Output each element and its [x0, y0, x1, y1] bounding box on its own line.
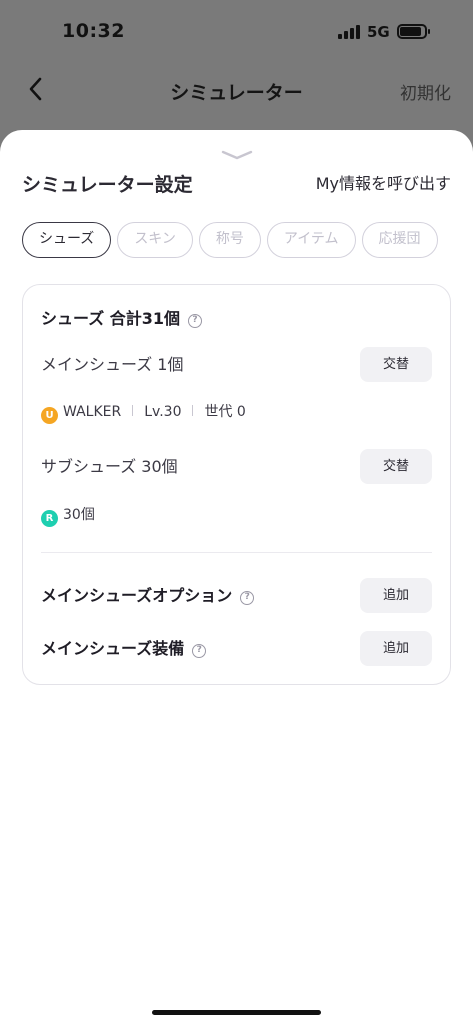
shoes-card: シューズ 合計31個? メインシューズ 1個 交替 U WALKER Lv.30 世代…: [22, 284, 451, 685]
shoe-level: Lv.30: [144, 404, 182, 420]
battery-icon: [397, 24, 430, 39]
main-shoes-row: メインシューズ 1個 交替: [41, 347, 432, 382]
separator: [132, 405, 134, 416]
sub-shoes-row: サブシューズ 30個 交替: [41, 449, 432, 484]
sub-shoes-count: 30個: [63, 507, 95, 523]
main-shoes-equipment-label: メインシューズ装備: [41, 639, 185, 658]
shoe-generation: 世代 0: [204, 404, 246, 420]
simulator-settings-sheet: シミュレーター設定 My情報を呼び出す シューズ スキン 称号 アイテム 応援団 シュー…: [0, 130, 473, 1024]
shoe-name: WALKER: [63, 404, 122, 420]
home-indicator: [152, 1010, 321, 1015]
sheet-title: シミュレーター設定: [22, 174, 193, 196]
chevron-down-icon[interactable]: [219, 146, 255, 160]
main-shoes-option-add-button[interactable]: 追加: [360, 578, 432, 613]
rarity-badge: U: [41, 407, 58, 424]
main-shoes-label: メインシューズ 1個: [41, 355, 184, 374]
tab-item[interactable]: アイテム: [266, 222, 356, 258]
question-circle-icon[interactable]: ?: [192, 644, 207, 658]
network-label: 5G: [367, 23, 390, 41]
main-shoes-option-row: メインシューズオプション? 追加: [41, 578, 432, 613]
main-shoes-equipment-add-button[interactable]: 追加: [360, 631, 432, 666]
status-time: 10:32: [62, 20, 125, 42]
question-circle-icon[interactable]: ?: [188, 314, 203, 328]
sub-shoes-swap-button[interactable]: 交替: [360, 449, 432, 484]
category-tabs: シューズ スキン 称号 アイテム 応援団: [22, 222, 451, 258]
sub-shoes-label: サブシューズ 30個: [41, 457, 178, 476]
status-bar: 10:32 5G: [0, 0, 473, 62]
main-shoes-info: U WALKER Lv.30 世代 0: [41, 401, 432, 424]
divider: [41, 552, 432, 553]
signal-icon: [338, 25, 360, 39]
main-shoes-swap-button[interactable]: 交替: [360, 347, 432, 382]
main-shoes-option-label: メインシューズオプション: [41, 586, 233, 605]
sub-shoes-info: R 30個: [41, 504, 432, 527]
tab-supporters[interactable]: 応援団: [361, 222, 438, 258]
question-circle-icon[interactable]: ?: [240, 591, 255, 605]
nav-header: シミュレーター 初期化: [0, 62, 473, 118]
reset-button[interactable]: 初期化: [400, 79, 451, 104]
load-my-info-button[interactable]: My情報を呼び出す: [316, 170, 451, 194]
main-shoes-equipment-row: メインシューズ装備? 追加: [41, 631, 432, 666]
tab-skin[interactable]: スキン: [117, 222, 193, 258]
rarity-badge: R: [41, 510, 58, 527]
tab-title[interactable]: 称号: [198, 222, 261, 258]
shoes-total-row: シューズ 合計31個?: [41, 305, 432, 329]
separator: [192, 405, 194, 416]
shoes-total-heading: シューズ 合計31個: [41, 309, 181, 328]
tab-shoes[interactable]: シューズ: [22, 222, 112, 258]
